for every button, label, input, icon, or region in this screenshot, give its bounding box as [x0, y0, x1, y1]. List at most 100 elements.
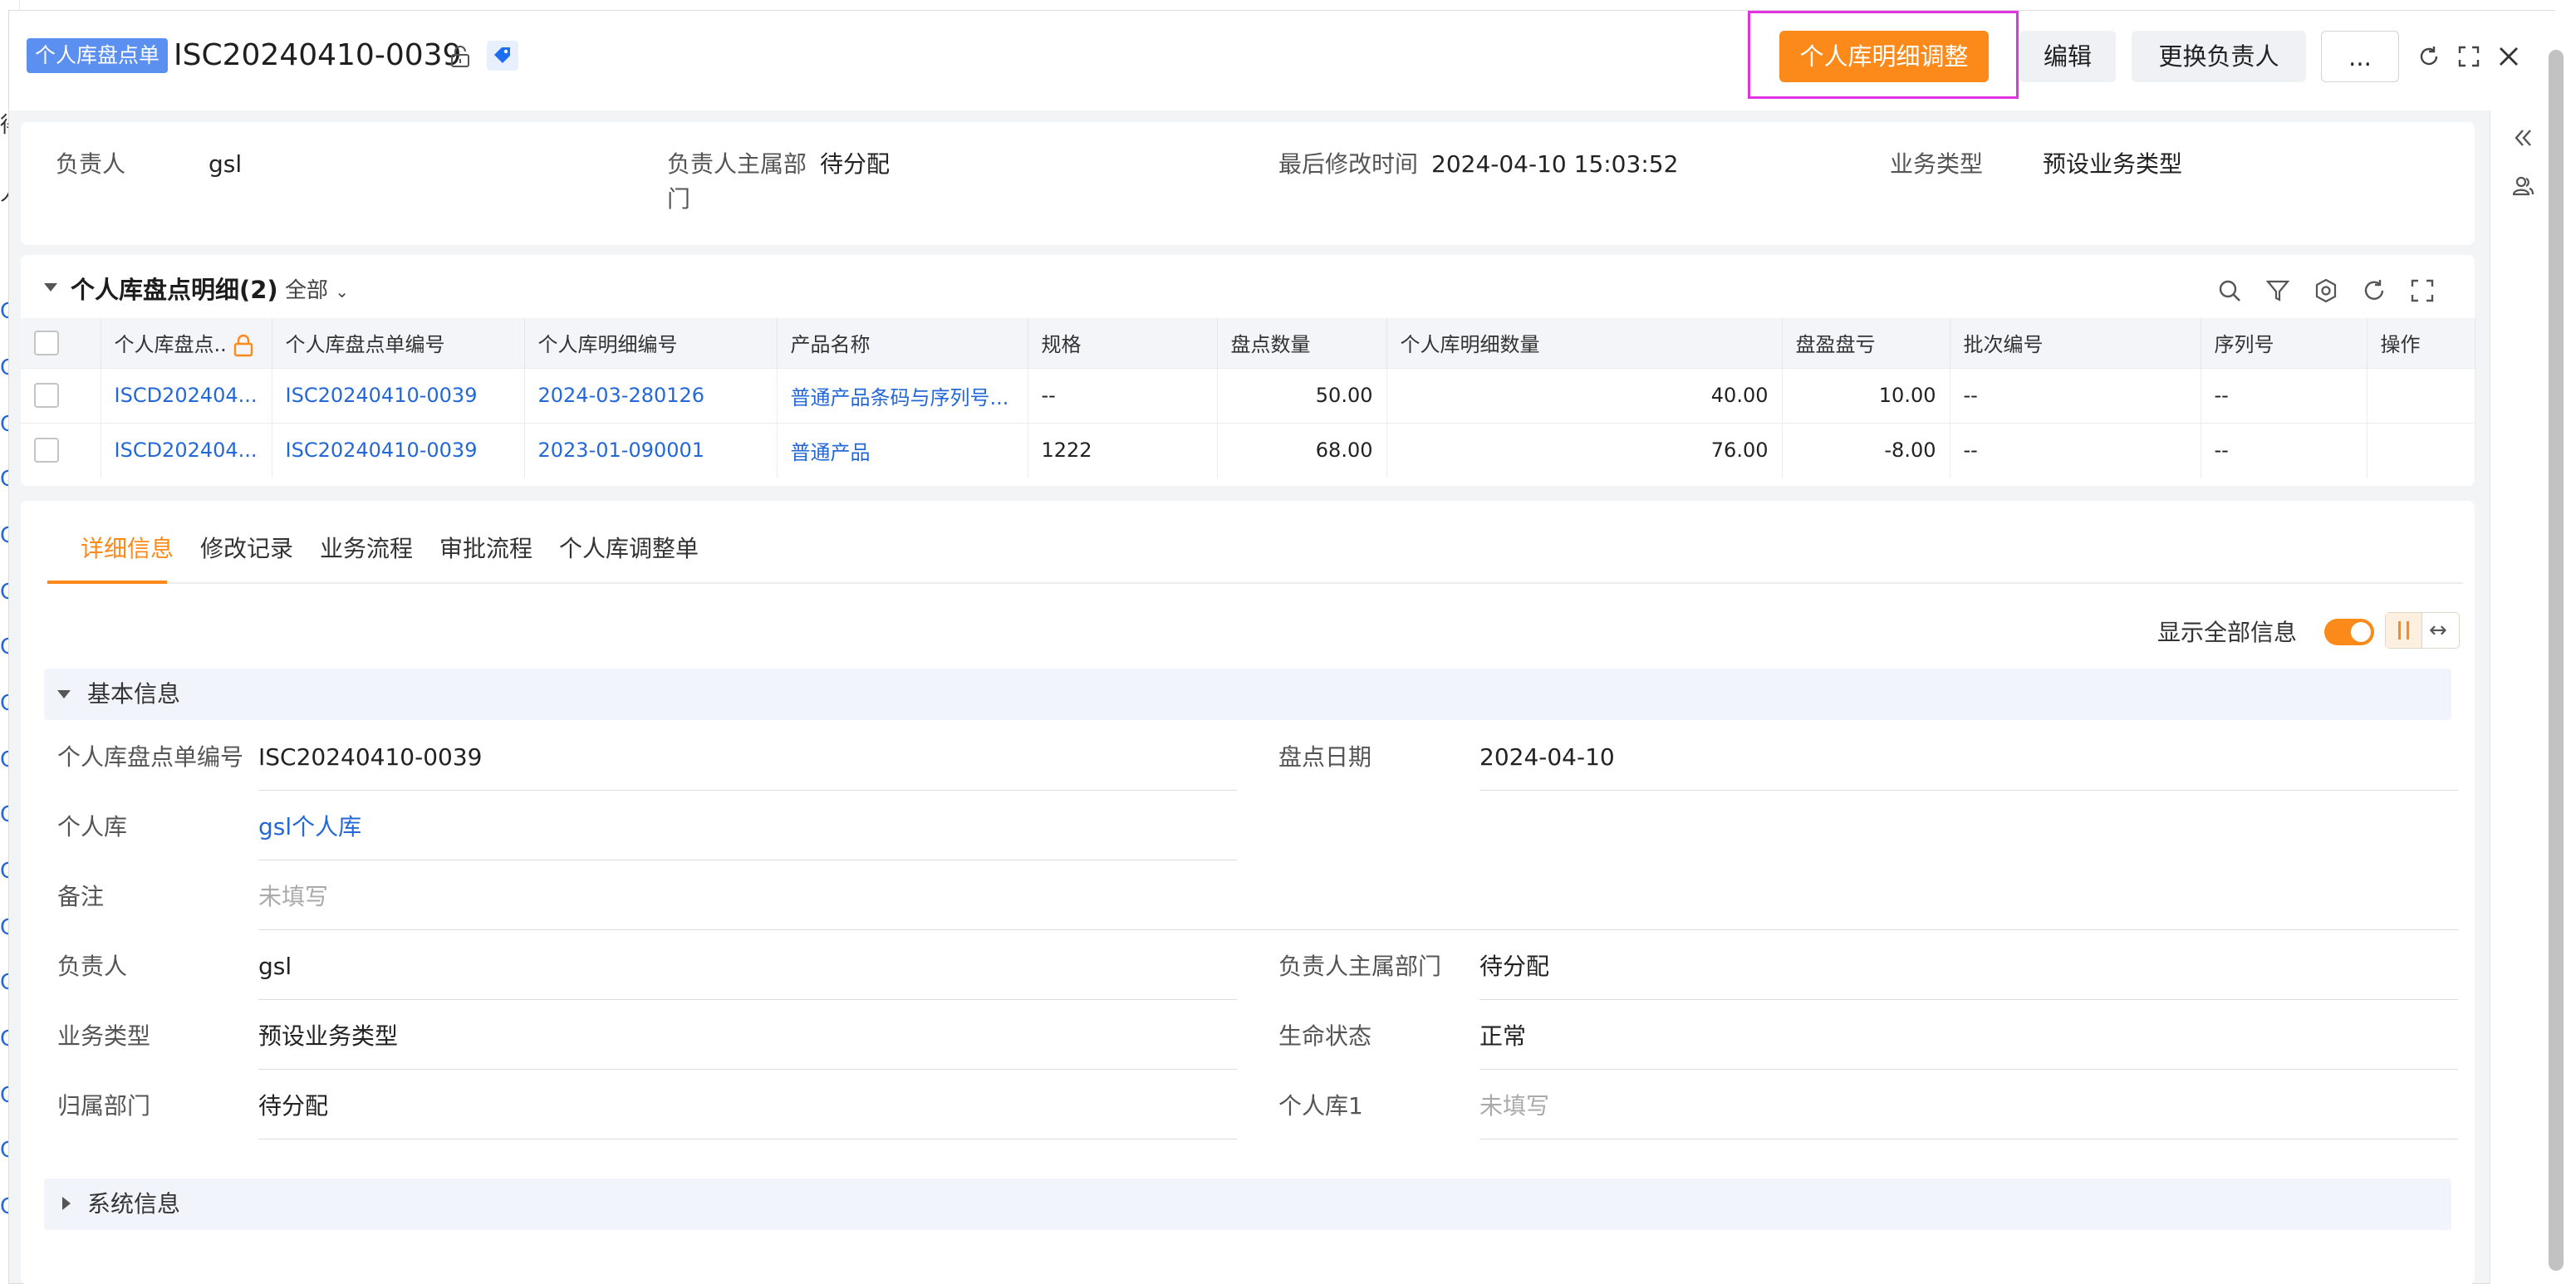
layout-switch[interactable]: ↔ [2385, 612, 2460, 649]
summary-owner-label: 负责人 [56, 150, 126, 178]
col-header-spec[interactable]: 规格 [1028, 318, 1218, 368]
select-all-checkbox-cell[interactable] [21, 318, 101, 368]
cell-gain-loss: 10.00 [1782, 367, 1950, 423]
detail-table: 个人库盘点.. 个人库盘点单编号 个人库明细编号 产品名称 规格 盘点数量 个人… [21, 318, 2475, 478]
field-date-value: 2024-04-10 [1479, 743, 1615, 771]
field-warehouse-link[interactable]: gsl个人库 [258, 810, 361, 845]
col-header-serial-no[interactable]: 序列号 [2201, 318, 2367, 368]
col-header-actions: 操作 [2367, 318, 2475, 368]
summary-modified-value: 2024-04-10 15:03:52 [1431, 150, 1679, 178]
inventory-detail-card: 个人库盘点明细(2) 全部 ⌄ 个人库盘点.. 个人库盘点单编号 个人库明细编号… [21, 255, 2475, 486]
field-divider [1479, 1069, 2458, 1070]
cell-product-name[interactable]: 普通产品条码与序列号... [777, 367, 1028, 423]
col-header-detail-qty[interactable]: 个人库明细数量 [1386, 318, 1783, 368]
collapse-caret-icon[interactable] [44, 283, 57, 292]
summary-card: 负责人 gsl 负责人主属部 门 待分配 最后修改时间 2024-04-10 1… [21, 122, 2475, 245]
field-remark-value: 未填写 [258, 883, 329, 910]
row-checkbox[interactable] [34, 383, 59, 408]
cell-detail-code[interactable]: 2023-01-090001 [524, 422, 778, 478]
refresh-icon[interactable] [2417, 44, 2441, 69]
field-divider [258, 1069, 1237, 1070]
field-owner-value: gsl [258, 953, 292, 980]
detail-filter-dropdown[interactable]: 全部 ⌄ [285, 273, 349, 309]
table-row[interactable]: ISCD202404... ISC20240410-0039 2024-03-2… [21, 367, 2475, 423]
field-divider [258, 929, 2458, 930]
cell-serial-no: -- [2201, 422, 2367, 478]
col-header-gain-loss[interactable]: 盘盈盘亏 [1782, 318, 1950, 368]
cell-detail-qty: 76.00 [1386, 422, 1783, 478]
cell-detail-code[interactable]: 2024-03-280126 [524, 367, 778, 423]
row-checkbox[interactable] [34, 438, 59, 463]
field-owner-label: 负责人 [57, 953, 128, 980]
cell-spec: -- [1028, 367, 1218, 423]
field-life-status-label: 生命状态 [1278, 1022, 1372, 1050]
col-header-count-qty[interactable]: 盘点数量 [1217, 318, 1387, 368]
fullscreen-icon[interactable] [2408, 277, 2436, 305]
field-warehouse-label: 个人库 [57, 813, 128, 840]
col-header-product-name[interactable]: 产品名称 [777, 318, 1028, 368]
users-icon[interactable] [2510, 174, 2535, 198]
vertical-scrollbar[interactable] [2549, 50, 2564, 1271]
tab-business-flow[interactable]: 业务流程 [320, 531, 413, 567]
edit-button[interactable]: 编辑 [2019, 31, 2116, 82]
change-owner-button[interactable]: 更换负责人 [2132, 31, 2306, 82]
tab-change-log[interactable]: 修改记录 [200, 531, 293, 567]
tab-approval-flow[interactable]: 审批流程 [439, 531, 532, 567]
cell-product-name[interactable]: 普通产品 [777, 422, 1028, 478]
field-code-label: 个人库盘点单编号 [57, 743, 244, 771]
table-row[interactable]: ISCD202404... ISC20240410-0039 2023-01-0… [21, 422, 2475, 478]
summary-modified-label: 最后修改时间 [1278, 150, 1419, 178]
fullscreen-icon[interactable] [2456, 44, 2481, 69]
cell-batch-no: -- [1950, 367, 2201, 423]
show-all-label: 显示全部信息 [2157, 619, 2298, 646]
adjust-detail-button[interactable]: 个人库明细调整 [1779, 31, 1989, 82]
field-divider [1479, 790, 2458, 791]
field-code-value: ISC20240410-0039 [258, 743, 483, 771]
field-date-label: 盘点日期 [1278, 743, 1372, 771]
col-header-line-name[interactable]: 个人库盘点.. [101, 318, 272, 368]
record-title: ISC20240410-0039 [174, 38, 462, 72]
cell-serial-no: -- [2201, 367, 2367, 423]
collapse-double-chevron-icon[interactable] [2510, 125, 2535, 150]
search-icon[interactable] [2215, 277, 2244, 305]
detail-filter-label: 全部 [285, 278, 329, 303]
col-header-batch-no[interactable]: 批次编号 [1950, 318, 2201, 368]
cell-line-name[interactable]: ISCD202404... [101, 422, 272, 478]
cell-spec: 1222 [1028, 422, 1218, 478]
cell-line-name[interactable]: ISCD202404... [101, 367, 272, 423]
refresh-icon[interactable] [2360, 277, 2388, 305]
tab-details[interactable]: 详细信息 [81, 531, 174, 567]
field-divider [258, 999, 1237, 1000]
row-checkbox-cell[interactable] [21, 367, 101, 423]
summary-owner-dept-value: 待分配 [820, 150, 891, 178]
field-dept-label: 归属部门 [57, 1092, 151, 1120]
unlock-icon[interactable] [448, 44, 473, 69]
right-side-rail [2490, 110, 2556, 1284]
close-icon[interactable] [2496, 44, 2521, 69]
filter-icon[interactable] [2264, 277, 2292, 305]
show-all-toggle[interactable] [2324, 619, 2374, 645]
row-checkbox-cell[interactable] [21, 422, 101, 478]
tag-icon[interactable] [487, 41, 518, 71]
caret-down-icon [57, 690, 71, 698]
summary-owner-value: gsl [209, 150, 243, 178]
section-basic-info[interactable]: 基本信息 [44, 669, 2451, 720]
settings-icon[interactable] [2312, 277, 2340, 305]
tab-adjust-sheet[interactable]: 个人库调整单 [559, 531, 699, 567]
modal-header: 个人库盘点单 ISC20240410-0039 个人库明细调整 编辑 更换负责人… [9, 11, 2556, 110]
full-width-layout-icon[interactable]: ↔ [2429, 618, 2447, 643]
cell-sheet-code[interactable]: ISC20240410-0039 [272, 422, 525, 478]
more-button[interactable]: ... [2321, 31, 2399, 82]
cell-actions [2367, 422, 2475, 478]
select-all-checkbox[interactable] [34, 330, 59, 355]
section-system-info[interactable]: 系统信息 [44, 1179, 2451, 1230]
cell-sheet-code[interactable]: ISC20240410-0039 [272, 367, 525, 423]
col-header-sheet-code[interactable]: 个人库盘点单编号 [272, 318, 525, 368]
field-owner-dept-value: 待分配 [1479, 953, 1550, 980]
two-column-layout-icon[interactable] [2386, 613, 2422, 648]
cell-count-qty: 68.00 [1217, 422, 1387, 478]
cell-actions [2367, 367, 2475, 423]
col-header-detail-code[interactable]: 个人库明细编号 [524, 318, 778, 368]
cell-gain-loss: -8.00 [1782, 422, 1950, 478]
detail-section-title: 个人库盘点明细(2) [71, 276, 278, 304]
